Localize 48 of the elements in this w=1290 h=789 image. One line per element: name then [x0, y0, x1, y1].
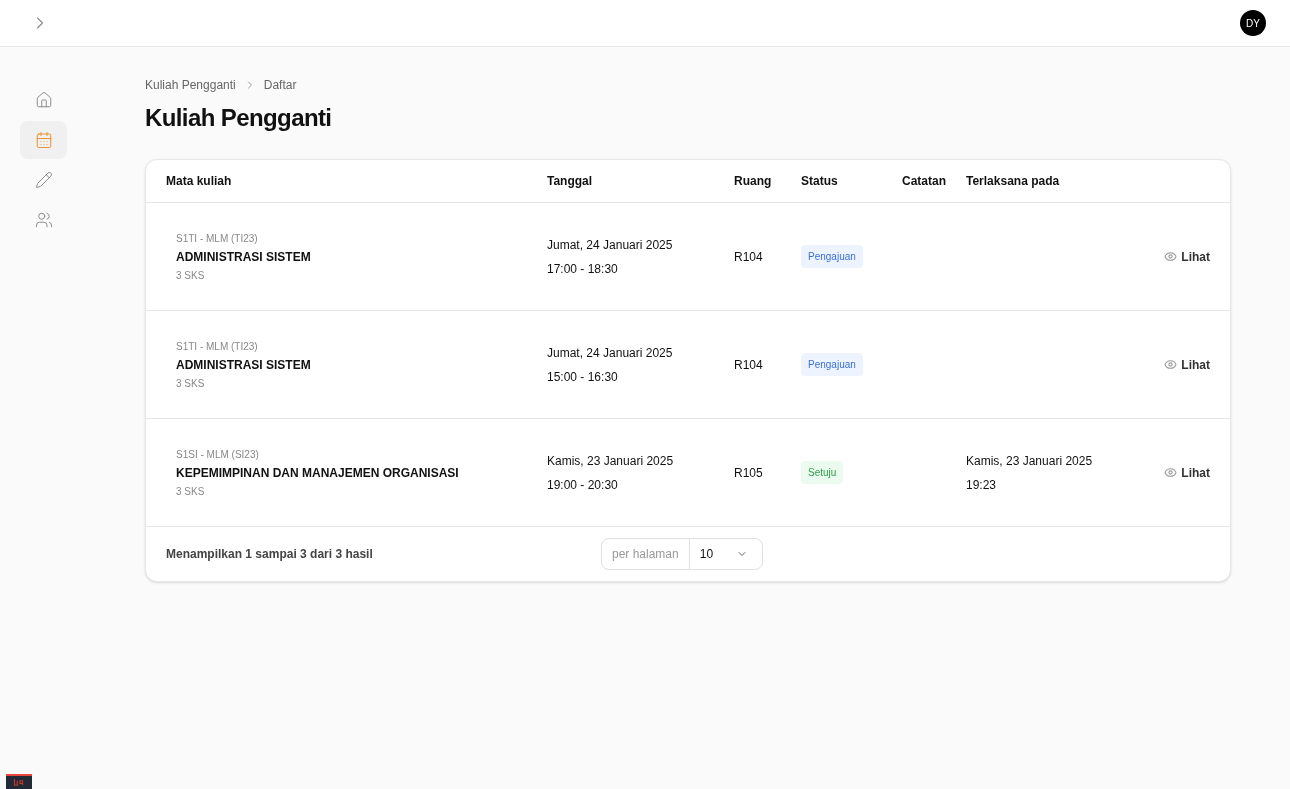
- room-cell-text: R105: [734, 464, 764, 482]
- column-header: Terlaksana pada: [966, 173, 1061, 190]
- session-time: 15:00 - 16:30: [547, 368, 619, 386]
- session-date: Jumat, 24 Januari 2025: [547, 344, 674, 362]
- class-code: S1TI - MLM (TI23): [176, 231, 259, 246]
- per-page-value: 10: [698, 546, 715, 563]
- column-header: Tanggal: [547, 173, 594, 190]
- home-icon: [34, 91, 53, 109]
- room-cell-text: R104: [734, 356, 764, 374]
- per-page-select[interactable]: per halaman 10: [601, 538, 763, 570]
- breadcrumb-link[interactable]: Kuliah Pengganti: [145, 76, 236, 94]
- session-time: 19:00 - 20:30: [547, 476, 619, 494]
- debug-toolbar-icon[interactable]: [6, 774, 32, 789]
- results-summary: Menampilkan 1 sampai 3 dari 3 hasil: [166, 546, 374, 563]
- session-time: 17:00 - 18:30: [547, 260, 619, 278]
- view-link[interactable]: Lihat: [1164, 355, 1210, 374]
- page-title: Kuliah Pengganti: [145, 103, 333, 133]
- pencil-icon: [34, 171, 53, 189]
- course-name: ADMINISTRASI SISTEM: [176, 248, 312, 266]
- calendar-icon: [34, 131, 53, 149]
- class-code: S1SI - MLM (SI23): [176, 447, 260, 462]
- completed-date: Kamis, 23 Januari 2025: [966, 452, 1094, 470]
- course-credits: 3 SKS: [176, 268, 206, 283]
- course-name: ADMINISTRASI SISTEM: [176, 356, 312, 374]
- eye-icon: [1164, 466, 1178, 479]
- session-date: Jumat, 24 Januari 2025: [547, 236, 674, 254]
- course-credits: 3 SKS: [176, 376, 206, 391]
- session-date: Kamis, 23 Januari 2025: [547, 452, 675, 470]
- per-page-label: per halaman: [602, 539, 690, 569]
- user-avatar[interactable]: DY: [1240, 10, 1266, 36]
- status-badge: Pengajuan: [801, 245, 863, 268]
- users-icon: [34, 211, 53, 229]
- class-code: S1TI - MLM (TI23): [176, 339, 259, 354]
- eye-icon: [1164, 358, 1178, 371]
- column-header: Catatan: [902, 173, 947, 190]
- view-link[interactable]: Lihat: [1164, 247, 1210, 266]
- view-link[interactable]: Lihat: [1164, 463, 1210, 482]
- status-badge: Pengajuan: [801, 353, 863, 376]
- completed-time: 19:23: [966, 476, 998, 494]
- column-header: Ruang: [734, 173, 773, 190]
- course-name: KEPEMIMPINAN DAN MANAJEMEN ORGANISASI: [176, 464, 460, 482]
- course-credits: 3 SKS: [176, 484, 206, 499]
- column-header: Mata kuliah: [166, 173, 233, 190]
- status-badge: Setuju: [801, 461, 844, 484]
- eye-icon: [1164, 250, 1178, 263]
- column-header: Status: [801, 173, 839, 190]
- sidebar-item[interactable]: [20, 121, 67, 159]
- room-cell-text: R104: [734, 248, 764, 266]
